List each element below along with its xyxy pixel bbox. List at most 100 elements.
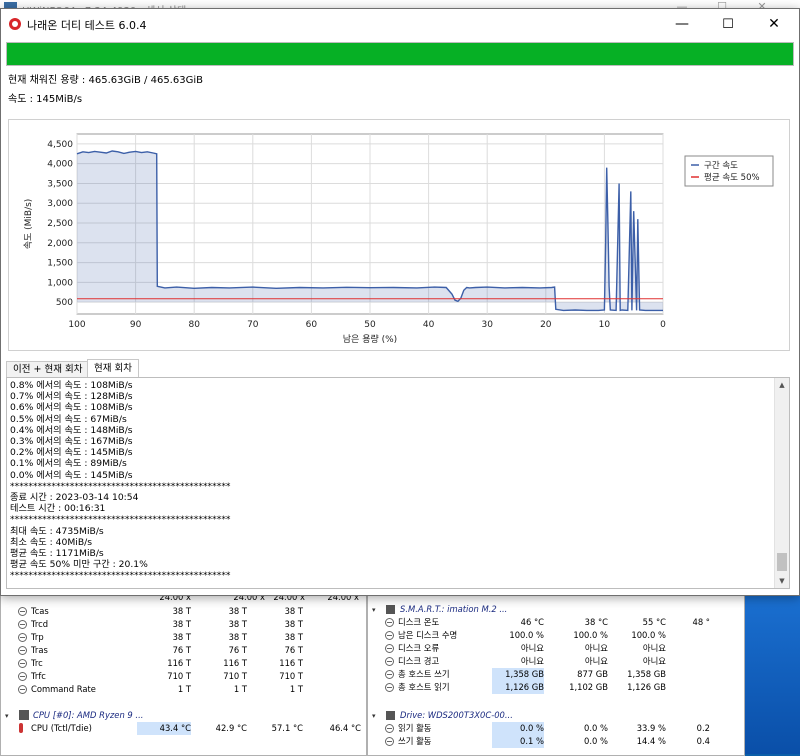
sensor-row[interactable]: Tras 76 T 76 T 76 T — [1, 644, 366, 657]
dialog-titlebar[interactable]: 나래온 더티 테스트 6.0.4 — ☐ ✕ — [1, 9, 799, 39]
log-line: 0.3% 에서의 속도 : 167MiB/s — [10, 436, 133, 448]
scroll-up-icon[interactable]: ▲ — [775, 378, 789, 392]
log-line: 평균 속도 50% 미만 구간 : 20.1% — [10, 559, 148, 571]
sensor-value: 1,126 GB — [627, 682, 666, 692]
sensor-row[interactable]: 총 호스트 읽기 1,126 GB 1,102 GB 1,126 GB — [368, 681, 744, 694]
legend-label: 평균 속도 50% — [704, 172, 760, 183]
sensor-value: 38 T — [172, 619, 191, 629]
sensor-value: 55 °C — [642, 617, 666, 627]
speed-chart: 100 90 80 70 60 50 40 30 20 10 05001,0001,5002,000… — [23, 133, 774, 345]
y-tick-label: 3,000 — [47, 199, 73, 209]
sensor-value: 38 T — [172, 606, 191, 616]
sensor-name: Trcd — [31, 619, 49, 629]
sensor-pane-right[interactable]: ▾ S.M.A.R.T.: imation M.2 ... 디스크 온도 46 °… — [367, 588, 745, 756]
log-scrollbar[interactable]: ▲ ▼ — [774, 378, 789, 588]
timing-icon — [18, 672, 27, 681]
x-tick-label: 10 — [599, 320, 611, 330]
close-button[interactable]: ✕ — [751, 9, 797, 39]
sensor-value: 1,358 GB — [627, 669, 666, 679]
sensor-row[interactable]: 남은 디스크 수명 100.0 % 100.0 % 100.0 % — [368, 629, 744, 642]
sensor-group-cpu[interactable]: ▾ CPU [#0]: AMD Ryzen 9 ... — [1, 709, 366, 722]
x-tick-label: 80 — [188, 320, 200, 330]
log-line: ****************************************… — [10, 570, 231, 582]
sensor-value: 116 T — [167, 658, 191, 668]
sensor-row[interactable]: 디스크 오류 아니요 아니요 아니요 — [368, 642, 744, 655]
sensor-value: 14.4 % — [636, 736, 666, 746]
tab-current[interactable]: 현재 회차 — [87, 359, 139, 379]
timing-icon — [385, 657, 394, 666]
minimize-button[interactable]: — — [659, 9, 705, 39]
sensor-value: 1,358 GB — [492, 668, 544, 681]
sensor-row[interactable]: 디스크 경고 아니요 아니요 아니요 — [368, 655, 744, 668]
sensor-row[interactable]: Trp 38 T 38 T 38 T — [1, 631, 366, 644]
y-tick-label: 2,500 — [47, 219, 73, 229]
sensor-value: 38 T — [284, 606, 303, 616]
sensor-group-smart[interactable]: ▾ S.M.A.R.T.: imation M.2 ... — [368, 603, 744, 616]
sensor-value: 1 T — [233, 684, 247, 694]
sensor-row[interactable]: Tcas 38 T 38 T 38 T — [1, 605, 366, 618]
y-tick-label: 1,000 — [47, 278, 73, 288]
log-line: 0.8% 에서의 속도 : 108MiB/s — [10, 380, 133, 391]
x-tick-label: 20 — [540, 320, 552, 330]
sensor-name: 디스크 오류 — [398, 643, 440, 653]
thermometer-icon — [19, 723, 23, 733]
timing-icon — [385, 618, 394, 627]
sensor-row[interactable]: Trc 116 T 116 T 116 T — [1, 657, 366, 670]
sensor-name: 디스크 경고 — [398, 656, 440, 666]
log-line: 종료 시간 : 2023-03-14 10:54 — [10, 492, 139, 504]
log-line: 최대 속도 : 4735MiB/s — [10, 525, 104, 537]
sensor-value: 100.0 % — [573, 630, 608, 640]
scroll-down-icon[interactable]: ▼ — [775, 574, 789, 588]
sensor-row[interactable]: Trfc 710 T 710 T 710 T — [1, 670, 366, 683]
sensor-row[interactable]: Command Rate 1 T 1 T 1 T — [1, 683, 366, 696]
sensor-row[interactable]: 총 호스트 쓰기 1,358 GB 877 GB 1,358 GB — [368, 668, 744, 681]
sensor-value: 38 T — [172, 632, 191, 642]
log-line: 최소 속도 : 40MiB/s — [10, 536, 93, 548]
timing-icon — [18, 633, 27, 642]
timing-icon — [385, 737, 394, 746]
log-line: 0.7% 에서의 속도 : 128MiB/s — [10, 391, 133, 403]
sensor-name: 디스크 온도 — [398, 617, 440, 627]
cpu-chip-icon — [19, 710, 29, 720]
sensor-row[interactable]: Trcd 38 T 38 T 38 T — [1, 618, 366, 631]
timing-icon — [385, 644, 394, 653]
dirty-test-dialog: 나래온 더티 테스트 6.0.4 — ☐ ✕ 현재 채워진 용량 : 465.6… — [0, 8, 800, 596]
sensor-value: 아니요 — [520, 656, 544, 666]
sensor-value: 48 ° — [692, 617, 710, 627]
sensor-name: Trc — [31, 658, 43, 668]
sensor-group-drive[interactable]: ▾ Drive: WDS200T3X0C-00... — [368, 709, 744, 722]
sensor-value: 76 T — [172, 645, 191, 655]
log-line: 0.0% 에서의 속도 : 145MiB/s — [10, 469, 133, 481]
log-line: 0.4% 에서의 속도 : 148MiB/s — [10, 424, 133, 436]
x-tick-label: 40 — [423, 320, 435, 330]
result-log[interactable]: 0.8% 에서의 속도 : 108MiB/s 0.7% 에서의 속도 : 128M… — [6, 377, 790, 589]
drive-icon — [386, 605, 395, 614]
sensor-value: 38 T — [284, 632, 303, 642]
maximize-button[interactable]: ☐ — [705, 9, 751, 39]
x-axis-label: 남은 용량 (%) — [343, 333, 397, 345]
sensor-pane-left[interactable]: 24.00 x 24.00 x 24.00 x 24.00 x Tcas 38 T… — [0, 588, 367, 756]
scrollbar-thumb[interactable] — [777, 553, 787, 571]
y-tick-label: 4,500 — [47, 140, 73, 150]
timing-icon — [18, 659, 27, 668]
sensor-row[interactable]: 쓰기 활동 0.1 % 0.0 % 14.4 % 0.4 — [368, 735, 744, 748]
log-line: 0.2% 에서의 속도 : 145MiB/s — [10, 447, 133, 459]
y-tick-label: 4,000 — [47, 160, 73, 170]
sensor-row[interactable]: 디스크 온도 46 °C 38 °C 55 °C 48 ° — [368, 616, 744, 629]
log-line: 0.1% 에서의 속도 : 89MiB/s — [10, 458, 127, 470]
sensor-value: 38 T — [284, 619, 303, 629]
sensor-value: 1,126 GB — [492, 681, 544, 694]
sensor-value: 710 T — [279, 671, 303, 681]
sensor-value: 100.0 % — [631, 630, 666, 640]
tab-previous-and-current[interactable]: 이전 + 현재 회차 — [6, 361, 90, 378]
sensor-value: 아니요 — [642, 643, 666, 653]
log-line: 0.5% 에서의 속도 : 67MiB/s — [10, 413, 127, 425]
speed-chart-frame: 100 90 80 70 60 50 40 30 20 10 0 500 1,000 1,500 2,000… — [8, 119, 790, 351]
sensor-value: 0.0 % — [584, 723, 608, 733]
sensor-value: 아니요 — [584, 656, 608, 666]
log-line: ****************************************… — [10, 480, 231, 492]
sensor-row[interactable]: 읽기 활동 0.0 % 0.0 % 33.9 % 0.2 — [368, 722, 744, 735]
sensor-row-cpu-temp[interactable]: CPU (Tctl/Tdie) 43.4 °C 42.9 °C 57.1 °C … — [1, 722, 366, 735]
log-text: 0.8% 에서의 속도 : 108MiB/s 0.7% 에서의 속도 : 128M… — [10, 380, 231, 582]
app-logo-icon — [9, 18, 21, 30]
